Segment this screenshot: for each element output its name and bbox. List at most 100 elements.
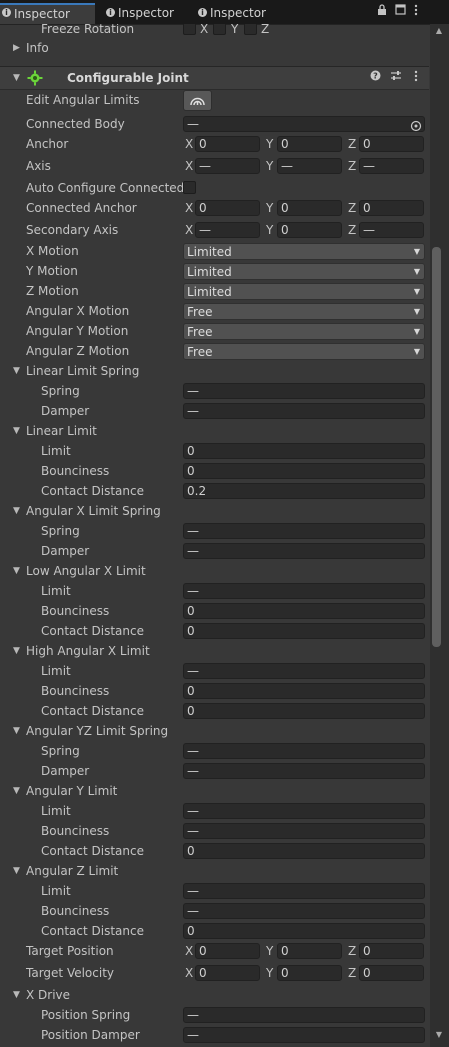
spring-label: Spring: [41, 744, 80, 758]
linear-damper-field[interactable]: —: [183, 403, 425, 419]
position-damper-label: Position Damper: [41, 1028, 140, 1042]
low-angular-x-limit-row: Limit —: [0, 581, 429, 601]
angular-x-damper-field[interactable]: —: [183, 543, 425, 559]
angular-z-limit-field[interactable]: —: [183, 883, 425, 899]
spring-label: Spring: [41, 384, 80, 398]
preset-sliders-icon[interactable]: [390, 70, 402, 86]
anchor-y-field[interactable]: 0: [277, 136, 342, 152]
angular-z-motion-row: Angular Z Motion Free ▼: [0, 341, 429, 361]
auto-configure-checkbox[interactable]: [183, 181, 196, 194]
anchor-x-field[interactable]: 0: [195, 136, 260, 152]
angular-x-limit-spring-foldout[interactable]: ▼ Angular X Limit Spring: [0, 501, 429, 521]
low-angular-x-limit-field[interactable]: —: [183, 583, 425, 599]
contact-distance-label: Contact Distance: [41, 924, 144, 938]
scroll-up-arrow-icon[interactable]: ▲: [433, 26, 445, 36]
info-foldout[interactable]: ▶ Info: [0, 38, 429, 58]
section-title: Linear Limit Spring: [26, 364, 140, 378]
axis-z-field[interactable]: —: [359, 158, 424, 174]
maximize-icon[interactable]: [395, 4, 406, 20]
high-angular-x-contact-row: Contact Distance 0: [0, 701, 429, 721]
angular-y-motion-dropdown[interactable]: Free ▼: [183, 323, 425, 340]
section-title: Angular Y Limit: [26, 784, 118, 798]
linear-limit-spring-foldout[interactable]: ▼ Linear Limit Spring: [0, 361, 429, 381]
target-velocity-x-field[interactable]: 0: [195, 965, 260, 981]
angular-z-contact-field[interactable]: 0: [183, 923, 425, 939]
x-drive-foldout[interactable]: ▼ X Drive: [0, 985, 429, 1005]
target-velocity-y-field[interactable]: 0: [277, 965, 342, 981]
low-angular-x-limit-foldout[interactable]: ▼ Low Angular X Limit: [0, 561, 429, 581]
angular-x-motion-dropdown[interactable]: Free ▼: [183, 303, 425, 320]
freeze-rotation-row: Freeze Rotation X Y Z: [0, 24, 429, 39]
high-angular-x-limit-field[interactable]: —: [183, 663, 425, 679]
damper-label: Damper: [41, 544, 90, 558]
angular-y-bounciness-field[interactable]: —: [183, 823, 425, 839]
limit-label: Limit: [41, 664, 71, 678]
angular-y-contact-field[interactable]: 0: [183, 843, 425, 859]
angular-z-bounciness-field[interactable]: —: [183, 903, 425, 919]
edit-angular-limits-button[interactable]: [183, 90, 212, 111]
help-icon[interactable]: ?: [370, 70, 381, 86]
x-axis-label: X: [185, 944, 194, 958]
freeze-y-checkbox[interactable]: [213, 24, 226, 35]
connected-anchor-z-field[interactable]: 0: [359, 200, 424, 216]
scroll-down-arrow-icon[interactable]: ▼: [433, 1030, 445, 1040]
section-title: X Drive: [26, 988, 71, 1002]
vertical-scrollbar[interactable]: ▲ ▼: [430, 24, 449, 1047]
tab-inspector-3[interactable]: i Inspector: [196, 3, 278, 24]
angular-yz-spring-field[interactable]: —: [183, 743, 425, 759]
low-angular-x-contact-field[interactable]: 0: [183, 623, 425, 639]
angular-z-motion-dropdown[interactable]: Free ▼: [183, 343, 425, 360]
lock-icon[interactable]: [377, 4, 387, 21]
anchor-z-field[interactable]: 0: [359, 136, 424, 152]
angular-z-limit-foldout[interactable]: ▼ Angular Z Limit: [0, 861, 429, 881]
low-angular-x-bounciness-field[interactable]: 0: [183, 603, 425, 619]
inspector-content: Freeze Rotation X Y Z ▶ Info ▼ Configura…: [0, 24, 429, 1047]
linear-contact-distance-field[interactable]: 0.2: [183, 483, 425, 499]
linear-limit-field[interactable]: 0: [183, 443, 425, 459]
linear-spring-field[interactable]: —: [183, 383, 425, 399]
freeze-x-checkbox[interactable]: [183, 24, 196, 35]
target-velocity-z-field[interactable]: 0: [359, 965, 424, 981]
tab-label: Inspector: [118, 6, 174, 20]
dropdown-value: Free: [187, 345, 213, 359]
angular-y-bounciness-row: Bounciness —: [0, 821, 429, 841]
linear-bounciness-field[interactable]: 0: [183, 463, 425, 479]
y-motion-dropdown[interactable]: Limited ▼: [183, 263, 425, 280]
secondary-axis-x-field[interactable]: —: [195, 222, 260, 238]
limit-label: Limit: [41, 584, 71, 598]
kebab-menu-icon[interactable]: [413, 4, 419, 21]
secondary-axis-z-field[interactable]: —: [359, 222, 424, 238]
tab-inspector-1[interactable]: i Inspector: [0, 3, 95, 24]
linear-limit-foldout[interactable]: ▼ Linear Limit: [0, 421, 429, 441]
component-menu-icon[interactable]: [413, 70, 419, 87]
tab-inspector-2[interactable]: i Inspector: [104, 3, 186, 24]
connected-anchor-y-field[interactable]: 0: [277, 200, 342, 216]
angular-y-limit-foldout[interactable]: ▼ Angular Y Limit: [0, 781, 429, 801]
x-motion-dropdown[interactable]: Limited ▼: [183, 243, 425, 260]
axis-x-field[interactable]: —: [195, 158, 260, 174]
foldout-down-icon: ▼: [13, 366, 20, 376]
tab-label: Inspector: [14, 7, 70, 21]
high-angular-x-contact-field[interactable]: 0: [183, 703, 425, 719]
connected-anchor-x-field[interactable]: 0: [195, 200, 260, 216]
high-angular-x-bounciness-field[interactable]: 0: [183, 683, 425, 699]
angular-z-bounciness-row: Bounciness —: [0, 901, 429, 921]
angular-yz-damper-field[interactable]: —: [183, 763, 425, 779]
x-drive-position-spring-field[interactable]: —: [183, 1007, 425, 1023]
z-motion-dropdown[interactable]: Limited ▼: [183, 283, 425, 300]
angular-y-limit-field[interactable]: —: [183, 803, 425, 819]
target-position-y-field[interactable]: 0: [277, 943, 342, 959]
angular-yz-limit-spring-foldout[interactable]: ▼ Angular YZ Limit Spring: [0, 721, 429, 741]
x-drive-position-damper-field[interactable]: —: [183, 1027, 425, 1043]
target-position-x-field[interactable]: 0: [195, 943, 260, 959]
angular-x-spring-field[interactable]: —: [183, 523, 425, 539]
axis-y-field[interactable]: —: [277, 158, 342, 174]
target-position-z-field[interactable]: 0: [359, 943, 424, 959]
configurable-joint-header[interactable]: ▼ Configurable Joint ?: [0, 66, 429, 90]
high-angular-x-limit-foldout[interactable]: ▼ High Angular X Limit: [0, 641, 429, 661]
secondary-axis-y-field[interactable]: 0: [277, 222, 342, 238]
connected-body-field[interactable]: —: [183, 116, 425, 132]
target-velocity-row: Target Velocity X 0 Y 0 Z 0: [0, 963, 429, 983]
freeze-z-checkbox[interactable]: [244, 24, 257, 35]
scrollbar-thumb[interactable]: [432, 247, 441, 647]
